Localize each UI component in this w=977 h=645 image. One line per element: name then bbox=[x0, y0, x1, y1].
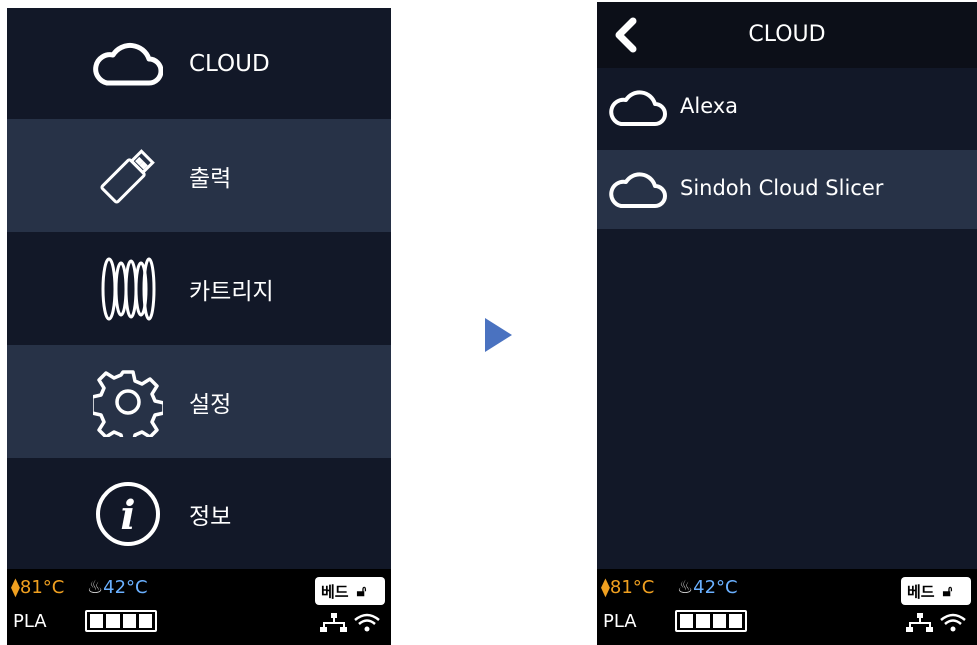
menu-item-label: 정보 bbox=[189, 503, 232, 530]
nozzle-icon: ⧫ bbox=[11, 577, 20, 598]
list-item-alexa[interactable]: Alexa bbox=[597, 68, 977, 147]
menu-item-label: 출력 bbox=[189, 165, 232, 192]
menu-item-label: CLOUD bbox=[189, 50, 270, 77]
filament-level-indicator bbox=[85, 610, 157, 632]
cartridge-coil-icon bbox=[93, 254, 163, 324]
material-label: PLA bbox=[603, 611, 637, 632]
svg-text:i: i bbox=[120, 492, 135, 539]
bed-lock-button[interactable]: 베드 🔓︎ bbox=[315, 577, 385, 605]
cloud-icon bbox=[609, 90, 667, 126]
cloud-screen: CLOUD Alexa Sindoh Cloud Slicer ⧫81°C ♨4… bbox=[597, 2, 977, 645]
filament-level-indicator bbox=[675, 610, 747, 632]
nozzle-temperature: ⧫81°C bbox=[601, 577, 655, 598]
menu-item-settings[interactable]: 설정 bbox=[7, 345, 391, 458]
list-item-label: Sindoh Cloud Slicer bbox=[680, 176, 884, 200]
play-arrow-icon bbox=[485, 318, 512, 352]
heated-bed-icon: ♨ bbox=[677, 577, 694, 598]
heated-bed-icon: ♨ bbox=[87, 577, 104, 598]
main-menu-screen: CLOUD 출력 카트리지 설정 i 정보 ⧫81°C ♨42°C PLA 베드… bbox=[7, 8, 391, 645]
material-label: PLA bbox=[13, 611, 47, 632]
status-bar: ⧫81°C ♨42°C PLA 베드 🔓︎ bbox=[597, 569, 977, 645]
network-wifi-icons bbox=[906, 613, 966, 632]
cloud-icon bbox=[93, 29, 163, 99]
bed-temperature: ♨42°C bbox=[87, 577, 148, 598]
unlock-icon: 🔓︎ bbox=[356, 582, 367, 600]
info-icon: i bbox=[93, 479, 163, 549]
bed-temperature: ♨42°C bbox=[677, 577, 738, 598]
gear-icon bbox=[93, 367, 163, 437]
page-title: CLOUD bbox=[748, 22, 826, 47]
status-bar: ⧫81°C ♨42°C PLA 베드 🔓︎ bbox=[7, 569, 391, 645]
menu-item-cloud[interactable]: CLOUD bbox=[7, 8, 391, 119]
menu-item-label: 설정 bbox=[189, 391, 232, 418]
list-item-label: Alexa bbox=[680, 94, 739, 118]
header-bar: CLOUD bbox=[597, 2, 977, 68]
nozzle-icon: ⧫ bbox=[601, 577, 610, 598]
cloud-icon bbox=[609, 172, 667, 208]
menu-item-label: 카트리지 bbox=[189, 278, 274, 305]
network-wifi-icons bbox=[320, 613, 380, 632]
usb-stick-icon bbox=[93, 141, 163, 211]
menu-item-print[interactable]: 출력 bbox=[7, 119, 391, 232]
bed-lock-button[interactable]: 베드 🔓︎ bbox=[901, 577, 971, 605]
menu-item-info[interactable]: i 정보 bbox=[7, 458, 391, 569]
list-item-sindoh-cloud-slicer[interactable]: Sindoh Cloud Slicer bbox=[597, 150, 977, 229]
menu-item-cartridge[interactable]: 카트리지 bbox=[7, 232, 391, 345]
nozzle-temperature: ⧫81°C bbox=[11, 577, 65, 598]
unlock-icon: 🔓︎ bbox=[942, 582, 953, 600]
